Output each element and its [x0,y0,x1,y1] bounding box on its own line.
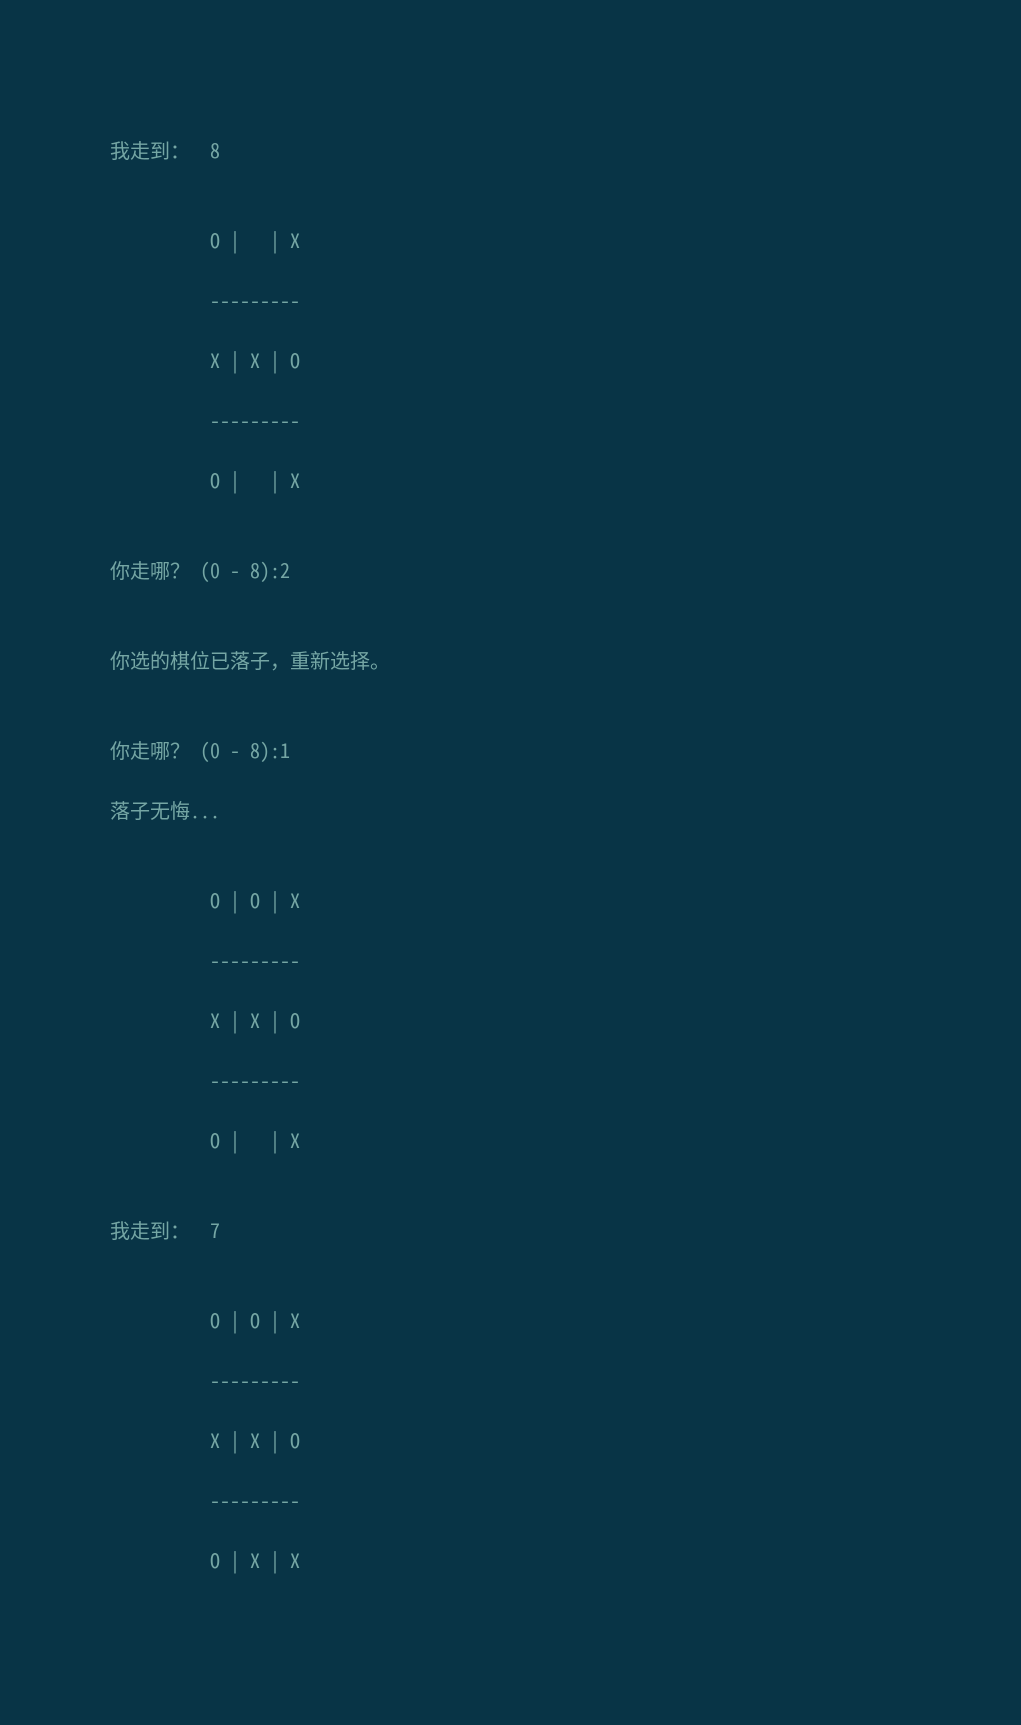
board-row: O | | X [110,465,1021,495]
confirm-message: 落子无悔... [110,795,1021,825]
board-divider: --------- [110,945,1021,975]
board-row: X | X | O [110,1425,1021,1455]
prompt-line: 你走哪？ (0 - 8):1 [110,735,1021,765]
error-message: 你选的棋位已落子，重新选择。 [110,645,1021,675]
board-divider: --------- [110,1365,1021,1395]
board-divider: --------- [110,285,1021,315]
board-divider: --------- [110,1065,1021,1095]
board-row: X | X | O [110,1005,1021,1035]
board-row: O | | X [110,225,1021,255]
prompt-line: 你走哪？ (0 - 8):2 [110,555,1021,585]
board-divider: --------- [110,405,1021,435]
board-row: O | | X [110,1125,1021,1155]
board-row: X | X | O [110,345,1021,375]
terminal-line: 我走到： 8 [110,135,1021,165]
board-row: O | X | X [110,1545,1021,1575]
terminal-line: 我走到： 7 [110,1215,1021,1245]
board-row: O | O | X [110,885,1021,915]
board-row: O | O | X [110,1305,1021,1335]
board-divider: --------- [110,1485,1021,1515]
